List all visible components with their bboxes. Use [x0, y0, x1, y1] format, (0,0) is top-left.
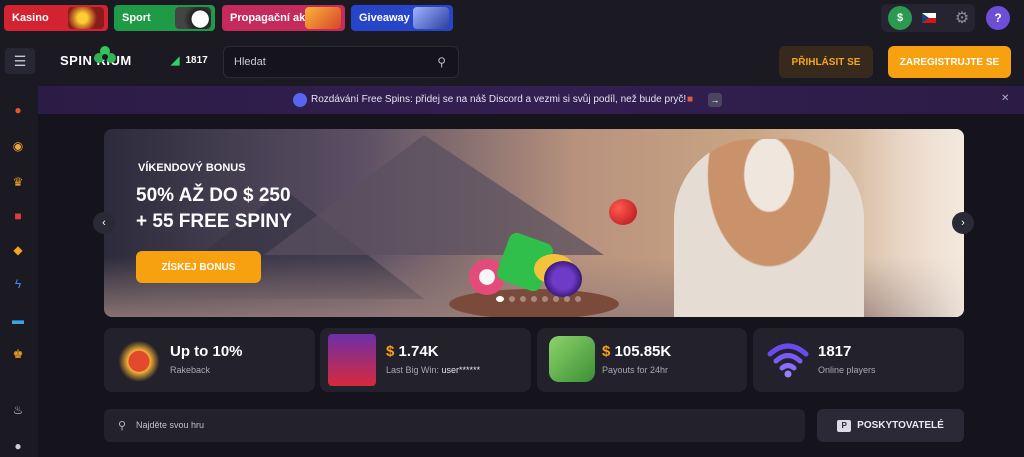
carousel-dot[interactable] — [553, 296, 559, 302]
payouts-card: $ 105.85K Payouts for 24hr — [537, 328, 747, 392]
apple-symbol — [609, 199, 637, 225]
providers-icon: P — [837, 419, 852, 432]
promo-promotions[interactable]: Propagační akce — [222, 5, 345, 31]
carousel-prev-icon[interactable]: ‹ — [93, 212, 115, 234]
promo-giveaway[interactable]: Giveaway — [351, 5, 453, 31]
carousel-dot[interactable] — [542, 296, 548, 302]
carousel-dot[interactable] — [575, 296, 581, 302]
lightning-icon[interactable]: ϟ — [10, 276, 26, 292]
fire-icon[interactable]: ♨ — [10, 402, 26, 418]
last-big-win-card: $ 1.74K Last Big Win: user****** — [320, 328, 531, 392]
big-win-value: $ 1.74K — [386, 343, 439, 360]
close-icon[interactable]: ✕ — [1001, 93, 1009, 104]
hero-title-line2: + 55 FREE SPINY — [136, 211, 292, 232]
grapes-symbol — [544, 261, 582, 297]
promo-casino-label: Kasino — [12, 12, 49, 24]
new-badge-icon[interactable]: ● — [10, 438, 26, 454]
online-players-label: Online players — [818, 365, 876, 375]
login-button[interactable]: PŘIHLÁSIT SE — [779, 46, 873, 78]
wallet-icon — [549, 336, 595, 382]
zeus-character — [674, 139, 864, 317]
table-graphic — [449, 289, 619, 317]
promo-sport[interactable]: Sport — [114, 5, 215, 31]
online-indicator: ◢ 1817 — [171, 54, 208, 67]
browser-icon[interactable]: ◉ — [10, 138, 26, 154]
online-count: 1817 — [185, 55, 208, 66]
rakeback-card: Up to 10% Rakeback — [104, 328, 315, 392]
arrow-right-icon[interactable]: → — [708, 93, 722, 107]
phone-prize-icon — [413, 7, 449, 29]
dollar-currency-icon[interactable]: $ — [888, 6, 912, 30]
wifi-icon — [767, 343, 809, 378]
hero-title-line1: 50% AŽ DO $ 250 — [136, 185, 291, 206]
jaws-game-thumbnail[interactable] — [328, 334, 376, 386]
search-input[interactable]: Hledat ⚲ — [223, 46, 459, 78]
rakeback-label: Rakeback — [170, 365, 211, 375]
register-button[interactable]: ZAREGISTRUJTE SE — [888, 46, 1011, 78]
providers-button[interactable]: P POSKYTOVATELÉ — [817, 409, 964, 442]
menu-toggle-icon[interactable]: ☰ — [5, 48, 35, 74]
gift-bag-icon — [116, 336, 162, 382]
hero-subtitle: VÍKENDOVÝ BONUS — [138, 162, 246, 174]
football-icon — [175, 7, 211, 29]
announcement-bar: Rozdávání Free Spins: přidej se na náš D… — [38, 86, 1024, 114]
announcement-text: Rozdávání Free Spins: přidej se na náš D… — [311, 94, 687, 105]
carousel-dot[interactable] — [520, 296, 526, 302]
czech-flag-icon[interactable] — [917, 6, 941, 30]
promo-casino[interactable]: Kasino — [4, 5, 108, 31]
providers-label: POSKYTOVATELÉ — [857, 420, 944, 431]
get-bonus-button[interactable]: ZÍSKEJ BONUS — [136, 251, 261, 283]
big-win-user: user****** — [441, 365, 481, 375]
carousel-dot[interactable] — [509, 296, 515, 302]
online-players-value: 1817 — [818, 343, 852, 360]
gift-box-icon — [305, 7, 341, 29]
big-win-label: Last Big Win: user****** — [386, 365, 481, 375]
carousel-dot[interactable] — [496, 296, 504, 302]
gift-icon[interactable]: ■ — [10, 208, 26, 224]
basketball-icon[interactable]: ● — [10, 102, 26, 118]
mountain-graphic — [264, 135, 604, 255]
top-promo-bar: Kasino Sport Propagační akce Giveaway $ … — [0, 0, 1024, 36]
trophy-icon[interactable]: ♛ — [10, 174, 26, 190]
carousel-dots — [496, 296, 581, 302]
help-icon[interactable]: ? — [986, 6, 1010, 30]
curtain-graphic — [854, 129, 964, 317]
search-icon: ⚲ — [437, 55, 446, 69]
gift-icon: ■ — [687, 94, 694, 105]
game-search-placeholder: Najděte svou hru — [136, 420, 205, 430]
crown-icon[interactable]: ♚ — [10, 346, 26, 362]
search-icon: ⚲ — [118, 420, 127, 432]
online-players-card: 1817 Online players — [753, 328, 964, 392]
main-header: SPIN RIUM ◢ 1817 Hledat ⚲ PŘIHLÁSIT SE Z… — [38, 36, 1024, 86]
diamond-icon[interactable]: ◆ — [10, 242, 26, 258]
carousel-dot[interactable] — [564, 296, 570, 302]
clover-logo-icon — [94, 46, 116, 63]
discord-icon — [293, 93, 307, 107]
search-placeholder: Hledat — [234, 56, 266, 68]
slot-machine-icon — [68, 7, 104, 29]
carousel-dot[interactable] — [531, 296, 537, 302]
promo-giveaway-label: Giveaway — [359, 12, 410, 24]
rakeback-value: Up to 10% — [170, 343, 243, 360]
left-sidebar: ☰ ● ◉ ♛ ■ ◆ ϟ ▬ ♚ ♨ ● — [0, 36, 38, 457]
payouts-value: $ 105.85K — [602, 343, 672, 360]
promo-sport-label: Sport — [122, 12, 151, 24]
hero-title: 50% AŽ DO $ 250 + 55 FREE SPINY — [136, 183, 292, 235]
carousel-next-icon[interactable]: › — [952, 212, 974, 234]
gear-icon[interactable]: ⚙ — [950, 6, 974, 30]
game-search-input[interactable]: ⚲ Najděte svou hru — [104, 409, 805, 442]
wifi-icon: ◢ — [171, 55, 180, 67]
payouts-label: Payouts for 24hr — [602, 365, 669, 375]
ticket-icon[interactable]: ▬ — [10, 312, 26, 328]
hero-banner[interactable]: VÍKENDOVÝ BONUS 50% AŽ DO $ 250 + 55 FRE… — [104, 129, 964, 317]
